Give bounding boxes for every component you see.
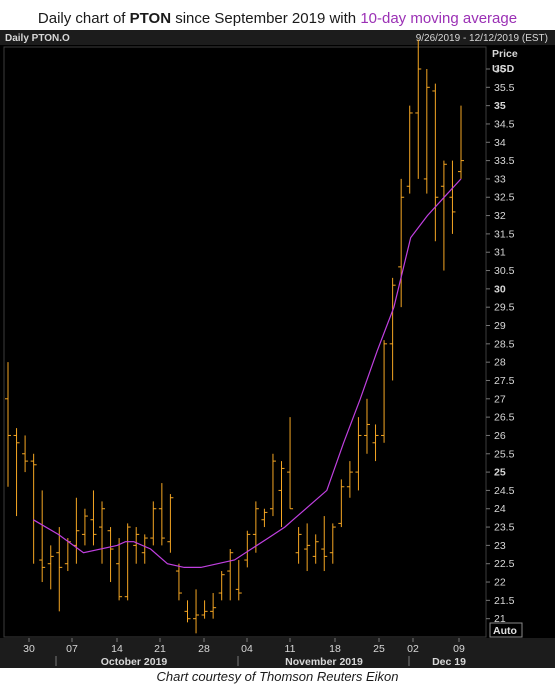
y-tick-label: 31 <box>494 247 506 259</box>
y-tick-label: 22.5 <box>494 558 515 570</box>
y-tick-label: 27 <box>494 393 506 405</box>
month-label: Dec 19 <box>432 656 466 668</box>
date-range-label: 9/26/2019 - 12/12/2019 (EST) <box>416 33 548 44</box>
x-tick-label: 30 <box>23 643 35 655</box>
y-tick-label: 33 <box>494 173 506 185</box>
y-tick-label: 29 <box>494 320 506 332</box>
y-tick-label: 23.5 <box>494 522 515 534</box>
y-tick-label: 34.5 <box>494 118 515 130</box>
month-label: October 2019 <box>101 656 168 668</box>
y-tick-label: 30.5 <box>494 265 515 277</box>
y-tick-label: 26.5 <box>494 412 515 424</box>
title-ma-label: 10-day moving average <box>360 10 518 27</box>
chart-frame: Daily PTON.O 9/26/2019 - 12/12/2019 (EST… <box>0 30 555 668</box>
x-tick-label: 02 <box>407 643 419 655</box>
y-tick-label: 27.5 <box>494 375 515 387</box>
y-tick-label: 35 <box>494 100 506 112</box>
price-chart[interactable]: Daily PTON.O 9/26/2019 - 12/12/2019 (EST… <box>0 30 555 668</box>
x-tick-label: 18 <box>329 643 341 655</box>
x-tick-label: 21 <box>154 643 166 655</box>
chart-background <box>0 30 555 668</box>
x-tick-label: 11 <box>285 643 296 655</box>
y-tick-label: 25 <box>494 467 506 479</box>
y-tick-label: 25.5 <box>494 448 515 460</box>
symbol-label: Daily PTON.O <box>5 33 70 44</box>
x-axis-band <box>0 638 555 668</box>
y-tick-label: 33.5 <box>494 155 515 167</box>
y-tick-label: 28 <box>494 357 506 369</box>
y-tick-label: 32.5 <box>494 192 515 204</box>
price-axis-label: Price <box>492 48 518 60</box>
chart-title: Daily chart of PTON since September 2019… <box>0 10 555 27</box>
y-tick-label: 21.5 <box>494 595 515 607</box>
title-ticker: PTON <box>129 10 172 27</box>
y-tick-label: 24.5 <box>494 485 515 497</box>
title-middle: since September 2019 with <box>171 10 361 27</box>
x-tick-label: 14 <box>111 643 123 655</box>
x-tick-label: 07 <box>66 643 78 655</box>
y-tick-label: 35.5 <box>494 82 515 94</box>
x-tick-label: 09 <box>453 643 465 655</box>
y-tick-label: 22 <box>494 577 506 589</box>
y-tick-label: 31.5 <box>494 228 515 240</box>
y-tick-label: 29.5 <box>494 302 515 314</box>
y-tick-label: 34 <box>494 137 506 149</box>
title-prefix: Daily chart of <box>37 10 130 27</box>
auto-button-label: Auto <box>493 625 517 637</box>
y-tick-label: 36 <box>494 63 506 75</box>
y-tick-label: 23 <box>494 540 506 552</box>
y-tick-label: 26 <box>494 430 506 442</box>
y-tick-label: 30 <box>494 283 506 295</box>
y-tick-label: 32 <box>494 210 506 222</box>
month-label: November 2019 <box>285 656 363 668</box>
chart-caption: Chart courtesy of Thomson Reuters Eikon <box>156 669 399 684</box>
y-tick-label: 24 <box>494 503 506 515</box>
x-tick-label: 25 <box>373 643 385 655</box>
x-tick-label: 04 <box>241 643 253 655</box>
x-tick-label: 28 <box>198 643 210 655</box>
y-tick-label: 28.5 <box>494 338 515 350</box>
